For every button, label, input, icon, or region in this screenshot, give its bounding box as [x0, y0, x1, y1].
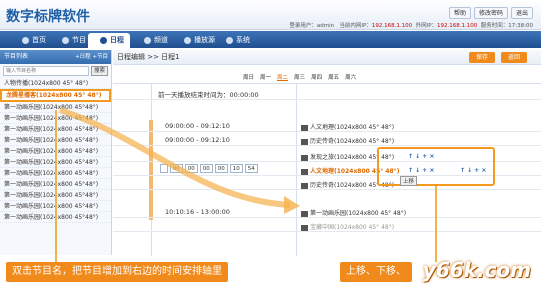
prev-end-row: 前一天播放结束时间为：00:00:00: [113, 84, 541, 100]
schedule-icon: [100, 37, 107, 44]
list-item[interactable]: 第一动画乐园(1024x800 45°48°): [0, 179, 111, 190]
min-start[interactable]: 00: [184, 164, 198, 173]
watermark: y66k.com: [422, 258, 531, 282]
breadcrumb: 日程编辑 >> 日程1 保存 返回: [113, 50, 541, 65]
program-list: 人物传播(1024x800 45° 48°) 龙腾星播客(1024x800 45…: [0, 78, 111, 223]
tab-sun[interactable]: 周日: [241, 73, 256, 81]
help-button[interactable]: 帮助: [448, 7, 471, 19]
tv-icon: [301, 182, 308, 189]
time-editor: 00 00 00 00 10 54: [160, 164, 258, 173]
system-icon: [226, 37, 233, 44]
min-end[interactable]: 10: [229, 164, 243, 173]
table-row[interactable]: 09:00:00 - 09:12:10 历史传奇(1024x800 45° 48…: [113, 134, 541, 146]
list-item[interactable]: 第一动画乐园(1024x800 45°48°): [0, 201, 111, 212]
tv-icon: [301, 138, 308, 145]
list-item-selected[interactable]: 龙腾星播客(1024x800 45° 48°): [0, 89, 111, 102]
sec-end[interactable]: 54: [244, 164, 258, 173]
status-line: 登录用户：admin 当前内网IP：192.168.1.100 外网IP：192…: [289, 23, 533, 29]
list-item[interactable]: 第一动画乐园(1024x800 45°48°): [0, 157, 111, 168]
list-item[interactable]: 第一动画乐园(1024x800 45°48°): [0, 146, 111, 157]
search-row: 搜索: [0, 64, 111, 78]
hour-start[interactable]: 00: [169, 164, 183, 173]
title-bar: 数字标牌软件 帮助 修改密码 退出 登录用户：admin 当前内网IP：192.…: [0, 0, 541, 30]
tv-icon: [301, 154, 308, 161]
tab-fri[interactable]: 周五: [326, 73, 341, 81]
nav-source[interactable]: 播放源: [172, 33, 215, 48]
search-button[interactable]: 搜索: [90, 66, 108, 76]
table-row[interactable]: 宝藏中国(1024x800 45° 48°): [113, 220, 541, 232]
nav-bar: 首页 节目 日程 频道 播放源 系统: [0, 31, 541, 48]
add-buttons[interactable]: +日程 +节目: [75, 50, 108, 64]
row-ops[interactable]: ↑ ↓ + ×: [408, 167, 434, 174]
list-item[interactable]: 第一动画乐园(1024x800 45°48°): [0, 190, 111, 201]
checkbox[interactable]: [160, 164, 168, 173]
search-input[interactable]: [3, 66, 89, 76]
tab-sat[interactable]: 周六: [343, 73, 358, 81]
row-ops[interactable]: ↑ ↓ + ×: [408, 153, 434, 160]
list-item[interactable]: 第一动画乐园(1024x800 45°48°): [0, 135, 111, 146]
tv-icon: [301, 224, 308, 231]
move-up-tag[interactable]: 上移: [400, 176, 418, 186]
tv-icon: [301, 210, 308, 217]
top-buttons: 帮助 修改密码 退出: [448, 7, 533, 19]
tab-thu[interactable]: 周四: [309, 73, 324, 81]
hour-end[interactable]: 00: [214, 164, 228, 173]
list-item[interactable]: 第一动画乐园(1024x800 45°48°): [0, 212, 111, 223]
home-icon: [22, 37, 29, 44]
caption-right: 上移、下移、: [340, 262, 412, 282]
channel-icon: [144, 37, 151, 44]
weekday-tabs: 周日 周一 周二 周三 周四 周五 周六: [241, 73, 358, 81]
nav-channel[interactable]: 频道: [132, 33, 168, 48]
nav-home[interactable]: 首页: [10, 33, 46, 48]
list-item[interactable]: 第一动画乐园(1024x800 45°48°): [0, 168, 111, 179]
caption-left: 双击节目名，把节目增加到右边的时间安排轴里: [6, 262, 228, 282]
app-title: 数字标牌软件: [6, 9, 90, 25]
list-item[interactable]: 第一动画乐园(1024x800 45°48°): [0, 102, 111, 113]
nav-schedule[interactable]: 日程: [88, 33, 130, 48]
nav-system[interactable]: 系统: [214, 33, 250, 48]
list-item[interactable]: 第一动画乐园(1024x800 45°48°): [0, 113, 111, 124]
sec-start[interactable]: 00: [199, 164, 213, 173]
source-icon: [184, 37, 191, 44]
logout-button[interactable]: 退出: [510, 7, 533, 19]
tab-wed[interactable]: 周三: [292, 73, 307, 81]
change-password-button[interactable]: 修改密码: [473, 7, 508, 19]
nav-program[interactable]: 节目: [50, 33, 86, 48]
program-list-header: 节目列表 +日程 +节目: [0, 50, 111, 64]
back-button[interactable]: 返回: [501, 52, 527, 63]
tv-icon: [301, 168, 308, 175]
program-icon: [62, 37, 69, 44]
tab-mon[interactable]: 周一: [258, 73, 273, 81]
save-button[interactable]: 保存: [469, 52, 495, 63]
table-row[interactable]: 10:10:16 - 13:00:00 第一动画乐园(1024x800 45° …: [113, 206, 541, 218]
tab-tue[interactable]: 周二: [275, 73, 290, 81]
table-row[interactable]: 09:00:00 - 09:12:10 人文地理(1024x800 45° 48…: [113, 120, 541, 132]
row-ops[interactable]: ↑ ↓ + ×: [460, 167, 486, 174]
list-item[interactable]: 人物传播(1024x800 45° 48°): [0, 78, 111, 89]
program-list-panel: 节目列表 +日程 +节目 搜索 人物传播(1024x800 45° 48°) 龙…: [0, 50, 112, 255]
list-item[interactable]: 第一动画乐园(1024x800 45°48°): [0, 124, 111, 135]
tv-icon: [301, 124, 308, 131]
